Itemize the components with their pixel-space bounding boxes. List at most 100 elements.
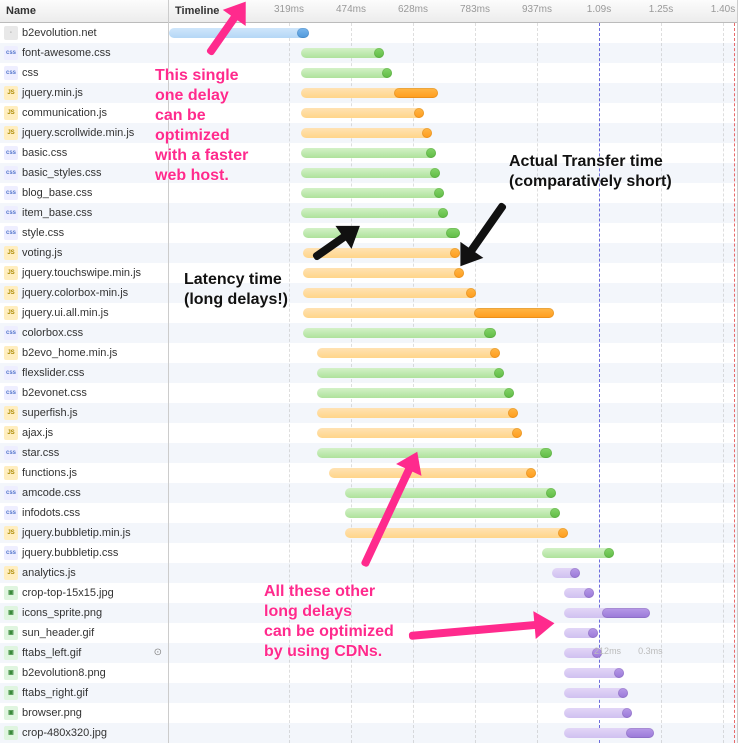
file-row[interactable]: cssstar.css (0, 443, 168, 463)
transfer-bar (422, 128, 432, 138)
file-row[interactable]: JSsuperfish.js (0, 403, 168, 423)
file-row[interactable]: JSjquery.colorbox-min.js (0, 283, 168, 303)
file-row[interactable]: JSjquery.ui.all.min.js (0, 303, 168, 323)
css-file-icon: css (4, 386, 18, 400)
file-row[interactable]: cssitem_base.css (0, 203, 168, 223)
timeline-row[interactable] (169, 543, 737, 563)
timeline-row[interactable] (169, 723, 737, 743)
timeline-row[interactable] (169, 363, 737, 383)
timeline-row[interactable] (169, 403, 737, 423)
file-row[interactable]: cssstyle.css (0, 223, 168, 243)
timeline-row[interactable] (169, 383, 737, 403)
img-file-icon: ▣ (4, 706, 18, 720)
file-row[interactable]: cssbasic.css (0, 143, 168, 163)
file-name: jquery.touchswipe.min.js (22, 267, 141, 279)
timeline-row[interactable] (169, 303, 737, 323)
file-row[interactable]: JScommunication.js (0, 103, 168, 123)
timeline-row[interactable] (169, 143, 737, 163)
latency-bar (301, 148, 435, 158)
file-row[interactable]: ▣browser.png (0, 703, 168, 723)
file-row[interactable]: JSfunctions.js (0, 463, 168, 483)
file-row[interactable]: JSanalytics.js (0, 563, 168, 583)
file-row[interactable]: cssjquery.bubbletip.css (0, 543, 168, 563)
file-row[interactable]: ▣b2evolution8.png (0, 663, 168, 683)
timeline-row[interactable] (169, 83, 737, 103)
timeline-row[interactable] (169, 623, 737, 643)
file-name: font-awesome.css (22, 47, 111, 59)
file-row[interactable]: csscss (0, 63, 168, 83)
transfer-bar (504, 388, 514, 398)
timeline-row[interactable] (169, 683, 737, 703)
timeline-row[interactable] (169, 323, 737, 343)
transfer-bar (626, 728, 654, 738)
file-row[interactable]: ▣ftabs_right.gif (0, 683, 168, 703)
latency-bar (345, 528, 568, 538)
timeline-row[interactable] (169, 223, 737, 243)
timeline-row[interactable] (169, 443, 737, 463)
file-row[interactable]: cssamcode.css (0, 483, 168, 503)
file-row[interactable]: cssblog_base.css (0, 183, 168, 203)
timeline-row[interactable] (169, 103, 737, 123)
latency-bar (345, 488, 556, 498)
transfer-bar (540, 448, 552, 458)
file-name: flexslider.css (22, 367, 84, 379)
timeline-row[interactable] (169, 123, 737, 143)
file-row[interactable]: JSb2evo_home.min.js (0, 343, 168, 363)
file-row[interactable]: ▣crop-top-15x15.jpg (0, 583, 168, 603)
latency-bar (303, 268, 463, 278)
timeline-row[interactable] (169, 603, 737, 623)
transfer-bar (584, 588, 594, 598)
timeline-row[interactable] (169, 43, 737, 63)
timeline-row[interactable] (169, 503, 737, 523)
file-row[interactable]: ▣crop-480x320.jpg (0, 723, 168, 743)
file-row[interactable]: JSjquery.scrollwide.min.js (0, 123, 168, 143)
transfer-bar (434, 188, 444, 198)
timeline-row[interactable] (169, 163, 737, 183)
timeline-row[interactable] (169, 563, 737, 583)
timeline-row[interactable] (169, 703, 737, 723)
timeline-row[interactable] (169, 343, 737, 363)
timeline-row[interactable] (169, 183, 737, 203)
file-row[interactable]: cssb2evonet.css (0, 383, 168, 403)
timeline-row[interactable] (169, 23, 737, 43)
timeline-row[interactable] (169, 263, 737, 283)
timeline-row[interactable] (169, 243, 737, 263)
header-timeline[interactable]: Timeline 319ms474ms628ms783ms937ms1.09s1… (169, 0, 737, 23)
css-file-icon: css (4, 486, 18, 500)
file-row[interactable]: JSjquery.bubbletip.min.js (0, 523, 168, 543)
file-row[interactable]: cssbasic_styles.css (0, 163, 168, 183)
file-row[interactable]: JSajax.js (0, 423, 168, 443)
header-name[interactable]: Name (0, 0, 168, 23)
transfer-bar (446, 228, 460, 238)
latency-bar (301, 48, 383, 58)
timeline-row[interactable] (169, 583, 737, 603)
transfer-bar (622, 708, 632, 718)
file-name: ajax.js (22, 427, 53, 439)
file-row[interactable]: ▣sun_header.gif (0, 623, 168, 643)
timeline-row[interactable] (169, 63, 737, 83)
timeline-row[interactable] (169, 463, 737, 483)
timeline-row[interactable]: 212ms0.3ms (169, 643, 737, 663)
js-file-icon: JS (4, 566, 18, 580)
file-name: functions.js (22, 467, 77, 479)
timeline-row[interactable] (169, 483, 737, 503)
timeline-row[interactable] (169, 663, 737, 683)
file-row[interactable]: cssinfodots.css (0, 503, 168, 523)
transfer-bar (414, 108, 424, 118)
file-row[interactable]: csscolorbox.css (0, 323, 168, 343)
file-row[interactable]: JSjquery.touchswipe.min.js (0, 263, 168, 283)
timeline-row[interactable] (169, 523, 737, 543)
transfer-bar (546, 488, 556, 498)
file-row[interactable]: cssflexslider.css (0, 363, 168, 383)
file-row[interactable]: JSjquery.min.js (0, 83, 168, 103)
reveal-icon[interactable]: ⊙ (154, 647, 162, 658)
file-row[interactable]: cssfont-awesome.css (0, 43, 168, 63)
timeline-row[interactable] (169, 423, 737, 443)
timeline-row[interactable] (169, 203, 737, 223)
file-row[interactable]: ▣icons_sprite.png (0, 603, 168, 623)
file-row[interactable]: ▣ftabs_left.gif⊙ (0, 643, 168, 663)
tick-label: 1.25s (649, 4, 673, 15)
file-row[interactable]: ◦b2evolution.net (0, 23, 168, 43)
timeline-row[interactable] (169, 283, 737, 303)
file-row[interactable]: JSvoting.js (0, 243, 168, 263)
